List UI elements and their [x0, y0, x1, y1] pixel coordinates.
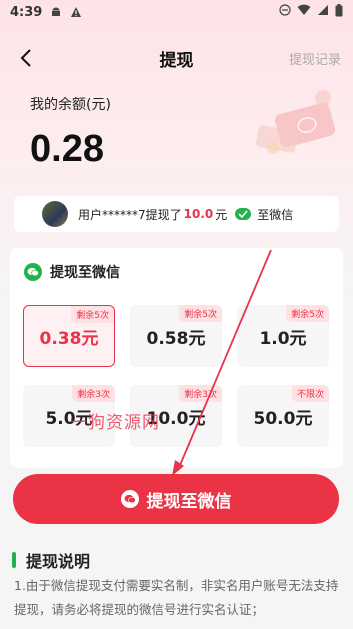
card-title: 提现至微信 [24, 262, 120, 282]
withdraw-record-link[interactable]: 提现记录 [289, 49, 341, 68]
chevron-left-icon [20, 49, 31, 67]
remaining-tag: 不限次 [291, 385, 329, 402]
coin-decoration [256, 90, 336, 154]
withdraw-ticker: 用户******7提现了 10.0 元 至微信 [14, 196, 339, 232]
amount-option-5[interactable]: 剩余3次 10.0元 [130, 385, 222, 447]
explain-title: 提现说明 [12, 548, 90, 572]
amount-option-1[interactable]: 剩余5次 0.38元 [23, 305, 115, 367]
ticker-prefix: 用户******7提现了 [78, 207, 182, 222]
remaining-tag: 剩余5次 [179, 305, 222, 322]
android-icon [50, 6, 62, 18]
amount-value: 0.58元 [146, 328, 206, 349]
status-bar: 4:39 [0, 0, 353, 24]
ticker-dest: 至微信 [257, 207, 294, 222]
amount-value: 1.0元 [259, 328, 307, 349]
warning-icon [70, 6, 82, 18]
back-button[interactable] [14, 46, 38, 70]
amount-option-4[interactable]: 剩余3次 5.0元 [23, 385, 115, 447]
signal-icon [317, 4, 329, 20]
withdraw-button-label: 提现至微信 [146, 491, 232, 512]
balance-label: 我的余额(元) [30, 97, 111, 113]
ticker-unit: 元 [215, 207, 228, 222]
explain-text: 1.由于微信提现支付需要实名制，非实名用户账号无法支持提现，请务必将提现的微信号… [14, 578, 339, 617]
battery-icon [335, 3, 343, 21]
ticker-amount: 10.0 [183, 207, 214, 221]
dnd-icon [279, 4, 291, 20]
remaining-tag: 剩余3次 [72, 385, 115, 402]
balance-amount: 0.28 [30, 128, 104, 170]
avatar [42, 201, 68, 227]
withdraw-button[interactable]: 提现至微信 [13, 474, 339, 524]
wechat-icon [120, 490, 139, 508]
card-title-label: 提现至微信 [50, 265, 120, 281]
wifi-icon [297, 4, 311, 20]
wechat-icon [235, 208, 252, 220]
amount-value: 5.0元 [45, 408, 93, 429]
amount-value: 0.38元 [39, 328, 99, 349]
status-time: 4:39 [10, 4, 43, 20]
amount-option-3[interactable]: 剩余5次 1.0元 [237, 305, 329, 367]
remaining-tag: 剩余5次 [286, 305, 329, 322]
withdraw-card: 提现至微信 剩余5次 0.38元 剩余5次 0.58元 剩余5次 1.0元 剩余… [10, 248, 343, 468]
amount-value: 10.0元 [146, 408, 206, 429]
amount-option-2[interactable]: 剩余5次 0.58元 [130, 305, 222, 367]
section-marker [12, 552, 16, 568]
remaining-tag: 剩余5次 [71, 306, 114, 323]
amount-option-6[interactable]: 不限次 50.0元 [237, 385, 329, 447]
remaining-tag: 剩余3次 [179, 385, 222, 402]
amount-value: 50.0元 [253, 408, 313, 429]
nav-bar: 提现 提现记录 [0, 40, 353, 76]
explain-title-label: 提现说明 [26, 552, 91, 571]
wechat-icon [24, 263, 42, 281]
